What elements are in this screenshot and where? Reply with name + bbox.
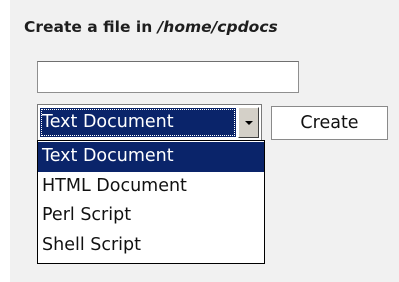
dropdown-option-text-document[interactable]: Text Document bbox=[38, 142, 264, 172]
heading-path: /home/cpdocs bbox=[157, 18, 278, 36]
file-type-dropdown-list: Text Document HTML Document Perl Script … bbox=[37, 140, 265, 264]
heading-prefix: Create a file in bbox=[24, 18, 158, 36]
dropdown-option-html-document[interactable]: HTML Document bbox=[38, 172, 264, 202]
select-dropdown-button[interactable] bbox=[238, 107, 259, 138]
dropdown-option-perl-script[interactable]: Perl Script bbox=[38, 201, 264, 231]
create-file-heading: Create a file in /home/cpdocs bbox=[24, 18, 278, 36]
file-type-selected-value[interactable]: Text Document bbox=[40, 108, 236, 137]
chevron-down-icon bbox=[245, 121, 253, 125]
filename-input[interactable] bbox=[37, 61, 299, 93]
create-button[interactable]: Create bbox=[271, 106, 388, 140]
dropdown-option-shell-script[interactable]: Shell Script bbox=[38, 231, 264, 261]
file-type-select[interactable]: Text Document bbox=[37, 104, 262, 141]
